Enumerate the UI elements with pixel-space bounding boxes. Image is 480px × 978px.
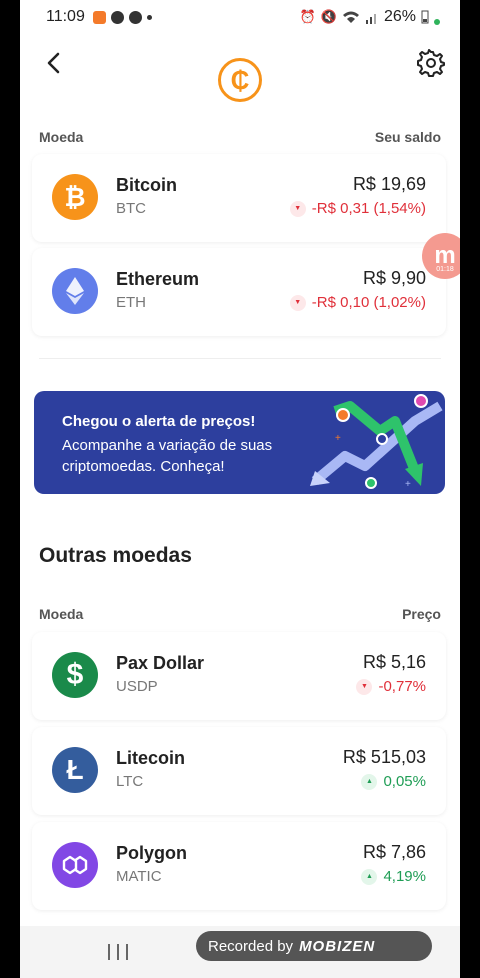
column-coin-label: Moeda <box>39 129 84 145</box>
system-icons: ⏰ 🔇 26% <box>300 8 440 26</box>
gear-icon[interactable] <box>416 48 446 78</box>
coin-change: ▼ -R$ 0,31 (1,54%) <box>289 200 426 217</box>
svg-text:+: + <box>335 433 341 444</box>
svg-text:+: + <box>405 479 411 490</box>
coin-name: Pax Dollar <box>116 653 205 673</box>
coin-logo-icon: ₵ <box>218 58 262 102</box>
wifi-icon <box>342 11 359 23</box>
banner-title: Chegou o alerta de preços! <box>62 413 256 430</box>
divider <box>39 358 441 359</box>
coin-symbol: LTC <box>116 773 144 790</box>
battery-level: 26% <box>383 8 416 25</box>
coin-card-polygon[interactable]: Polygon MATIC R$ 7,86 ▲ 4,19% <box>32 822 446 910</box>
coin-card-ethereum[interactable]: Ethereum ETH R$ 9,90 ▼ -R$ 0,10 (1,02%) <box>32 248 446 336</box>
my-coins-column-header: Moeda Seu saldo <box>39 129 441 145</box>
coin-price: R$ 5,16 <box>362 652 426 672</box>
recorded-by-label: Recorded by <box>208 937 294 955</box>
coin-balance: R$ 19,69 <box>352 174 426 194</box>
other-coins-column-header: Moeda Preço <box>39 606 441 622</box>
notification-icons <box>92 10 152 24</box>
coin-change: ▼ -R$ 0,10 (1,02%) <box>289 294 426 311</box>
coin-symbol: USDP <box>116 678 158 695</box>
battery-icon <box>421 10 429 24</box>
coin-name: Polygon <box>116 843 187 863</box>
alarm-icon: ⏰ <box>299 9 316 24</box>
recorder-brand: MOBIZEN <box>299 937 376 955</box>
coin-change: ▲ 4,19% <box>361 868 426 885</box>
coin-card-litecoin[interactable]: Ł Litecoin LTC R$ 515,03 ▲ 0,05% <box>32 727 446 815</box>
coin-card-bitcoin[interactable]: ₿ Bitcoin BTC R$ 19,69 ▼ -R$ 0,31 (1,54%… <box>32 154 446 242</box>
coin-name: Litecoin <box>116 748 186 768</box>
coin-symbol: MATIC <box>116 868 162 885</box>
coin-name: Ethereum <box>116 269 200 289</box>
mute-icon: 🔇 <box>320 9 337 24</box>
coin-change-value: -R$ 0,10 (1,02%) <box>311 294 426 311</box>
signal-icon <box>365 14 376 24</box>
ethereum-icon <box>52 268 98 314</box>
polygon-icon <box>52 842 98 888</box>
other-coins-title: Outras moedas <box>39 544 192 567</box>
app-screen: 11:09 ⏰ 🔇 26% ₵ Moeda Seu saldo ₿ Bitcoi… <box>20 0 460 978</box>
down-arrow-icon: ▼ <box>289 294 306 311</box>
bitcoin-icon: ₿ <box>52 174 98 220</box>
coin-logo-symbol: ₵ <box>230 64 250 95</box>
coin-price: R$ 7,86 <box>362 842 426 862</box>
recent-apps-button[interactable] <box>108 944 128 960</box>
down-arrow-icon: ▼ <box>289 200 306 217</box>
up-arrow-icon: ▲ <box>361 868 378 885</box>
coin-card-pax-dollar[interactable]: $ Pax Dollar USDP R$ 5,16 ▼ -0,77% <box>32 632 446 720</box>
up-arrow-icon: ▲ <box>361 773 378 790</box>
recorder-floating-button[interactable]: m 01:18 <box>422 233 460 279</box>
coin-price: R$ 515,03 <box>342 747 426 767</box>
chevron-left-icon[interactable] <box>40 48 68 78</box>
more-notifications-icon <box>146 14 152 20</box>
rising-chart-illustration-icon: + + <box>310 394 443 490</box>
column-price-label: Preço <box>402 606 441 622</box>
coin-change-value: -R$ 0,31 (1,54%) <box>311 200 426 217</box>
mobizen-notification-icon <box>128 10 142 24</box>
coin-change-value: 0,05% <box>383 773 426 790</box>
coin-change-value: 4,19% <box>383 868 426 885</box>
coin-change-value: -0,77% <box>378 678 426 695</box>
app-notification-icon <box>110 10 124 24</box>
column-coin-label: Moeda <box>39 606 84 622</box>
price-alert-banner[interactable]: Chegou o alerta de preços! Acompanhe a v… <box>34 391 445 494</box>
recorder-timer: 01:18 <box>436 266 454 273</box>
status-time: 11:09 <box>46 8 85 25</box>
status-bar: 11:09 ⏰ 🔇 26% <box>20 0 460 34</box>
coin-symbol: BTC <box>116 200 146 217</box>
header: ₵ <box>20 40 460 120</box>
pax-dollar-icon: $ <box>52 652 98 698</box>
litecoin-icon: Ł <box>52 747 98 793</box>
coin-change: ▼ -0,77% <box>356 678 426 695</box>
coin-symbol: ETH <box>116 294 146 311</box>
privacy-indicator <box>434 19 440 25</box>
recording-watermark: Recorded by MOBIZEN <box>196 931 432 961</box>
coin-change: ▲ 0,05% <box>361 773 426 790</box>
app-notification-icon <box>92 10 106 24</box>
coin-name: Bitcoin <box>116 175 177 195</box>
down-arrow-icon: ▼ <box>356 678 373 695</box>
column-balance-label: Seu saldo <box>374 129 441 145</box>
coin-balance: R$ 9,90 <box>362 268 426 288</box>
banner-description: Acompanhe a variação de suas criptomoeda… <box>62 437 273 475</box>
